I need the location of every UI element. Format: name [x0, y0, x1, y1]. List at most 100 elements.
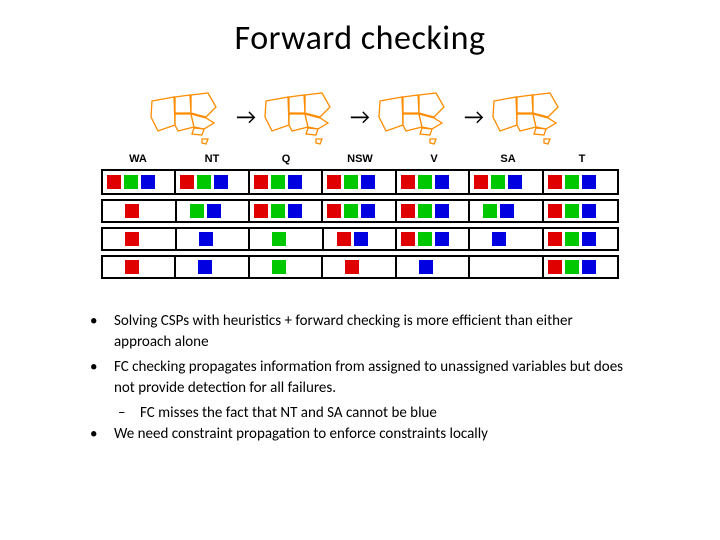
- bullet-list: •Solving CSPs with heuristics + forward …: [0, 283, 720, 445]
- color-square: [435, 204, 449, 218]
- color-square: [548, 204, 562, 218]
- color-square: [548, 260, 562, 274]
- table-cell: [103, 257, 176, 277]
- bullet-text: Solving CSPs with heuristics + forward c…: [114, 311, 630, 353]
- column-header: NSW: [325, 153, 395, 165]
- table-cell: [103, 201, 177, 221]
- bullet-text: We need constraint propagation to enforc…: [114, 424, 488, 445]
- table-cell: [103, 171, 176, 193]
- arrow-icon: →: [350, 103, 370, 130]
- table-row: [101, 169, 619, 195]
- color-square: [401, 204, 415, 218]
- column-header: V: [399, 153, 469, 165]
- list-item: •FC checking propagates information from…: [90, 357, 630, 399]
- list-item: •We need constraint propagation to enfor…: [90, 424, 630, 445]
- color-square: [214, 175, 228, 189]
- color-square: [337, 232, 351, 246]
- table-cell: [544, 201, 617, 221]
- table-cell: [397, 171, 470, 193]
- color-square: [125, 204, 139, 218]
- table-row: [101, 255, 619, 279]
- color-square: [401, 175, 415, 189]
- color-square: [197, 175, 211, 189]
- table-cell: [177, 229, 251, 249]
- table-headers: WANTQNSWVSAT: [0, 153, 720, 165]
- table-cell: [250, 229, 324, 249]
- table-cell: [470, 201, 543, 221]
- arrow-icon: →: [236, 103, 256, 130]
- color-square: [548, 175, 562, 189]
- color-square: [565, 175, 579, 189]
- color-square: [272, 260, 286, 274]
- page-title: Forward checking: [0, 0, 720, 59]
- color-square: [288, 175, 302, 189]
- color-square: [271, 175, 285, 189]
- table-cell: [323, 257, 396, 277]
- australia-map: [262, 87, 344, 145]
- table-cell: [397, 229, 470, 249]
- australia-map: [148, 87, 230, 145]
- color-square: [125, 232, 139, 246]
- color-square: [125, 260, 139, 274]
- color-square: [271, 204, 285, 218]
- table-cell: [470, 257, 543, 277]
- color-square: [582, 260, 596, 274]
- color-square: [198, 260, 212, 274]
- color-square: [344, 204, 358, 218]
- color-square: [565, 260, 579, 274]
- table-cell: [177, 201, 250, 221]
- column-header: NT: [177, 153, 247, 165]
- color-square: [548, 232, 562, 246]
- color-square: [582, 204, 596, 218]
- bullet-text: FC misses the fact that NT and SA cannot…: [140, 403, 437, 424]
- color-square: [582, 232, 596, 246]
- color-square: [345, 260, 359, 274]
- color-square: [327, 175, 341, 189]
- maps-row: → → →: [0, 87, 720, 145]
- table-cell: [324, 229, 397, 249]
- australia-map: [490, 87, 572, 145]
- column-header: T: [547, 153, 617, 165]
- color-square: [565, 204, 579, 218]
- color-square: [141, 175, 155, 189]
- color-square: [491, 175, 505, 189]
- color-square: [483, 204, 497, 218]
- table-cell: [176, 171, 249, 193]
- color-square: [361, 175, 375, 189]
- table-cell: [397, 257, 470, 277]
- table-cell: [544, 229, 617, 249]
- color-square: [344, 175, 358, 189]
- table-cell: [323, 171, 396, 193]
- color-square: [474, 175, 488, 189]
- color-square: [435, 175, 449, 189]
- table-cell: [250, 201, 323, 221]
- color-square: [401, 232, 415, 246]
- table-cell: [544, 257, 617, 277]
- table-cell: [250, 257, 323, 277]
- table-cell: [323, 201, 396, 221]
- arrow-icon: →: [464, 103, 484, 130]
- color-square: [254, 175, 268, 189]
- color-square: [254, 204, 268, 218]
- table-cell: [250, 171, 323, 193]
- list-subitem: –FC misses the fact that NT and SA canno…: [90, 403, 630, 424]
- table-cell: [544, 171, 617, 193]
- column-header: Q: [251, 153, 321, 165]
- table-cell: [176, 257, 249, 277]
- color-square: [199, 232, 213, 246]
- color-square: [124, 175, 138, 189]
- table-cell: [470, 171, 543, 193]
- bullet-text: FC checking propagates information from …: [114, 357, 630, 399]
- table-cell: [470, 229, 544, 249]
- color-square: [190, 204, 204, 218]
- color-square: [327, 204, 341, 218]
- table-cell: [397, 201, 470, 221]
- color-square: [207, 204, 221, 218]
- color-square: [418, 232, 432, 246]
- color-square: [435, 232, 449, 246]
- color-square: [419, 260, 433, 274]
- color-square: [492, 232, 506, 246]
- color-square: [565, 232, 579, 246]
- color-square: [361, 204, 375, 218]
- color-square: [500, 204, 514, 218]
